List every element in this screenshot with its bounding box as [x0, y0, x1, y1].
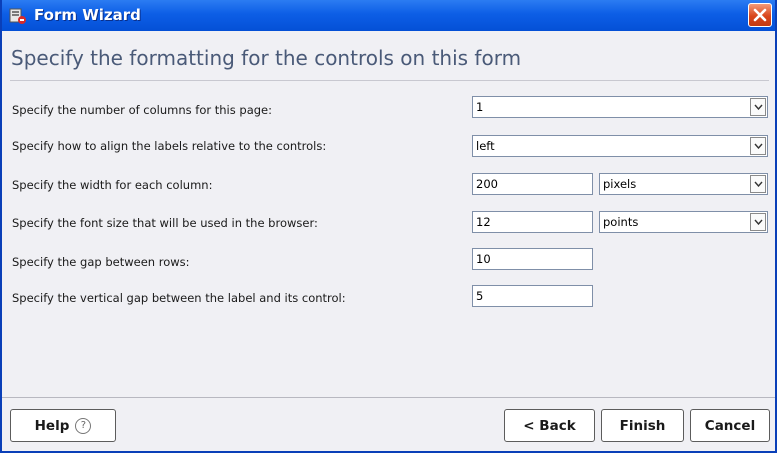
help-button-label: Help: [34, 417, 70, 434]
chevron-down-icon[interactable]: [750, 175, 766, 193]
heading-divider: [10, 80, 769, 81]
row-gap-input[interactable]: 10: [472, 248, 593, 270]
back-button[interactable]: < Back: [504, 409, 595, 442]
cancel-button-label: Cancel: [704, 417, 756, 434]
font-size-label: Specify the font size that will be used …: [12, 216, 318, 230]
width-value: 200: [476, 177, 498, 191]
finish-button[interactable]: Finish: [601, 409, 684, 442]
title-bar[interactable]: Form Wizard: [2, 0, 775, 31]
cancel-button[interactable]: Cancel: [690, 409, 770, 442]
columns-select[interactable]: 1: [472, 96, 768, 118]
chevron-down-icon[interactable]: [750, 213, 766, 231]
finish-button-label: Finish: [619, 417, 666, 434]
align-select[interactable]: left: [472, 135, 768, 157]
width-unit-value: pixels: [603, 177, 637, 191]
columns-value: 1: [476, 100, 484, 114]
label-gap-label: Specify the vertical gap between the lab…: [12, 291, 346, 305]
label-gap-input[interactable]: 5: [472, 285, 593, 307]
row-gap-label: Specify the gap between rows:: [12, 255, 190, 269]
page-heading: Specify the formatting for the controls …: [11, 46, 522, 70]
font-size-unit-value: points: [603, 215, 639, 229]
width-unit-select[interactable]: pixels: [599, 173, 768, 195]
align-label: Specify how to align the labels relative…: [12, 139, 327, 153]
columns-label: Specify the number of columns for this p…: [12, 103, 272, 117]
width-input[interactable]: 200: [472, 173, 593, 195]
help-button[interactable]: Help ?: [10, 409, 116, 442]
help-icon: ?: [75, 417, 92, 434]
chevron-down-icon[interactable]: [750, 98, 766, 116]
width-label: Specify the width for each column:: [12, 178, 213, 192]
font-size-unit-select[interactable]: points: [599, 211, 768, 233]
font-size-value: 12: [476, 215, 491, 229]
align-value: left: [476, 139, 495, 153]
font-size-input[interactable]: 12: [472, 211, 593, 233]
footer-divider: [2, 397, 775, 398]
close-button[interactable]: [748, 3, 772, 27]
chevron-down-icon[interactable]: [750, 137, 766, 155]
close-icon: [753, 8, 767, 22]
row-gap-value: 10: [476, 252, 491, 266]
window-title: Form Wizard: [34, 6, 141, 24]
back-button-label: < Back: [523, 417, 576, 434]
app-icon: [9, 7, 27, 25]
form-wizard-window: Form Wizard Specify the formatting for t…: [0, 0, 777, 453]
label-gap-value: 5: [476, 289, 484, 303]
